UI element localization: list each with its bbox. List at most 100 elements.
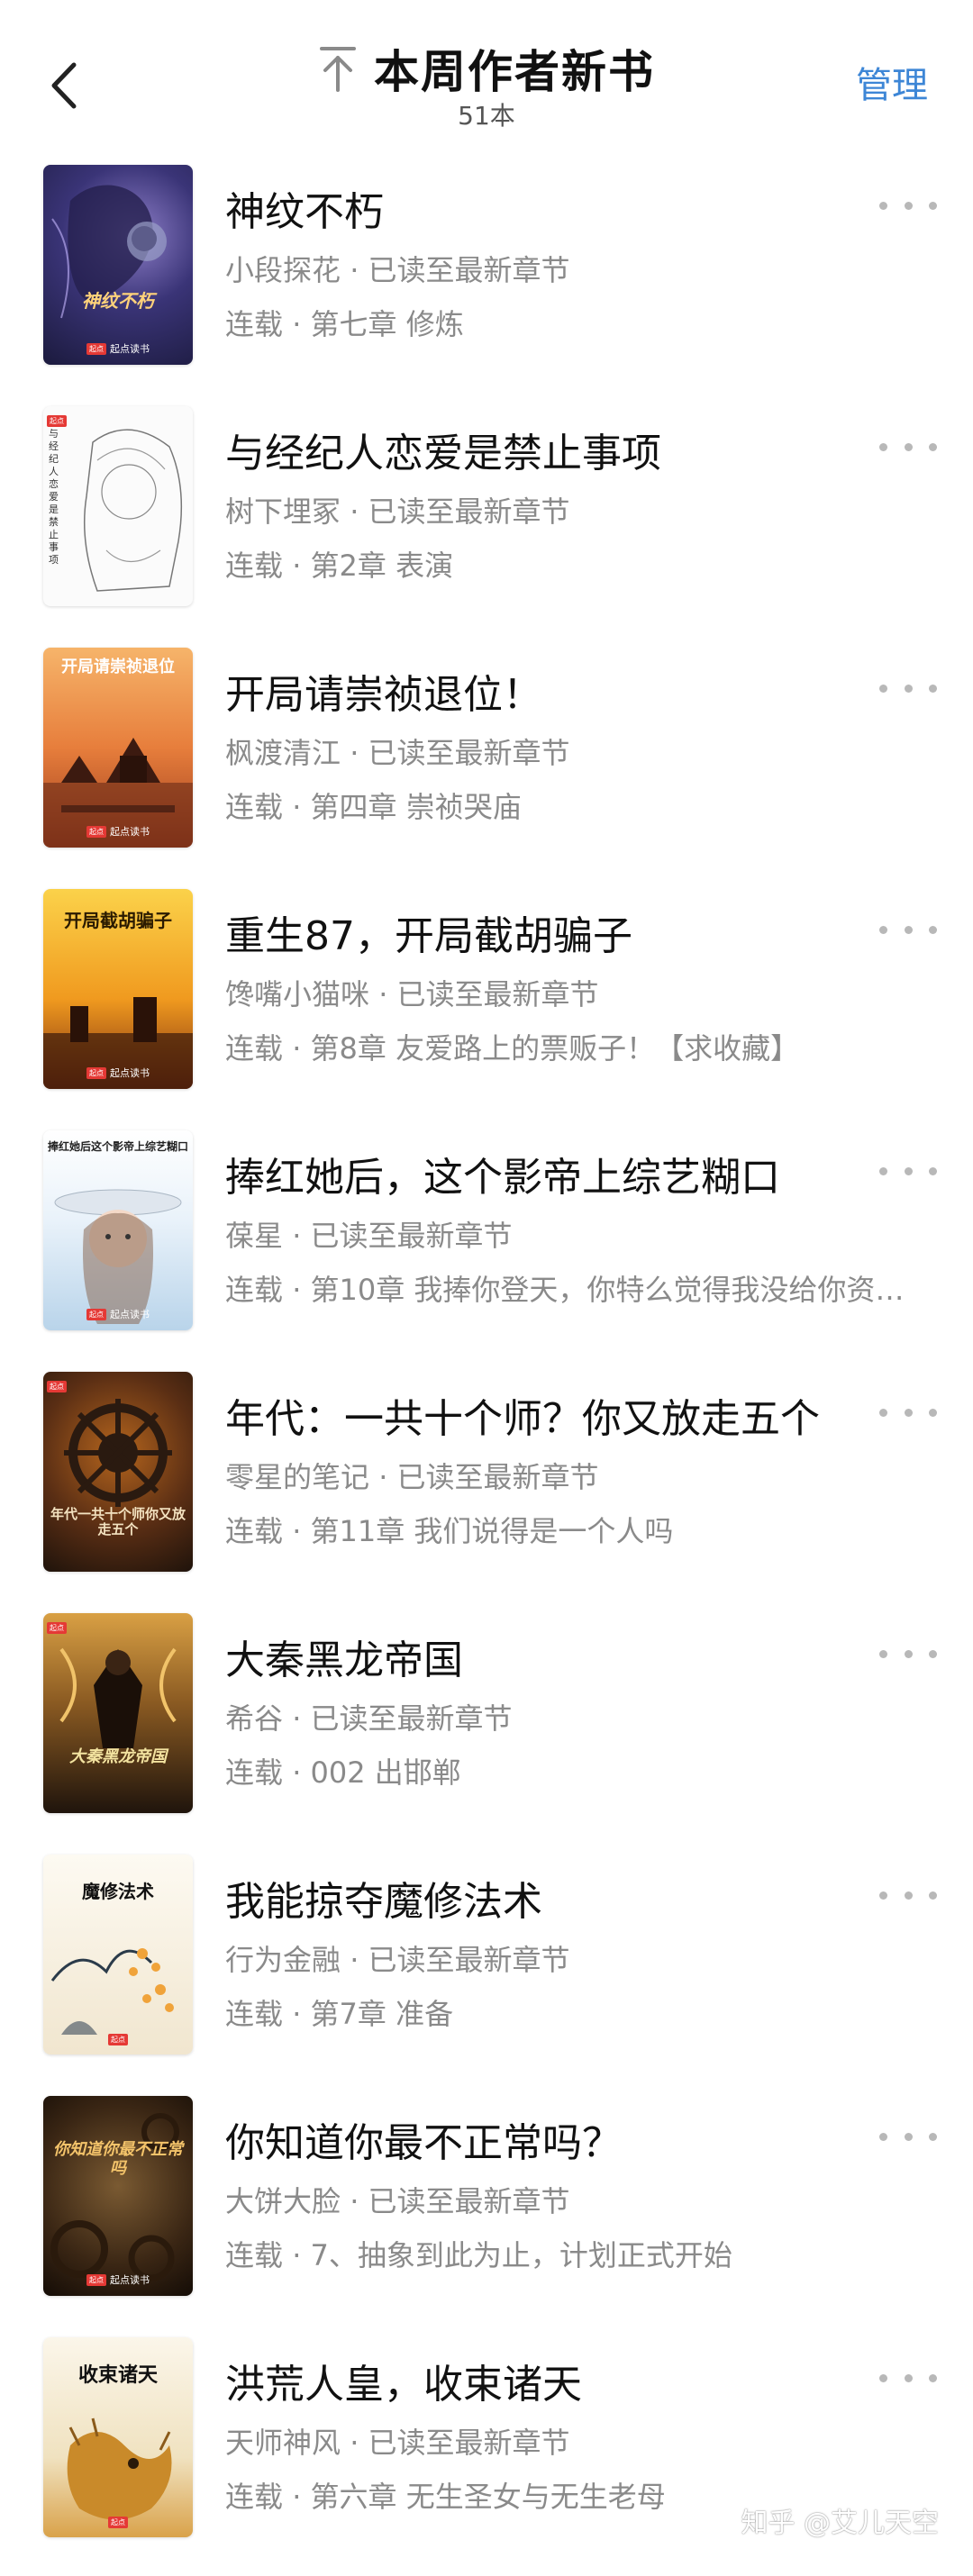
separator: ·	[292, 1701, 302, 1736]
page-title: 本周作者新书	[374, 46, 655, 98]
separator: ·	[292, 2480, 302, 2514]
book-item[interactable]: 魔修法术 起点 我能掠夺魔修法术 行为金融 · 已读至最新章节 连载 · 第7章…	[0, 1838, 973, 2080]
cover-publisher-badge: 起点 起点读书	[43, 1066, 193, 1080]
sort-up-icon[interactable]	[318, 43, 358, 94]
more-options-icon[interactable]	[879, 1640, 937, 1667]
cover-art	[59, 1647, 177, 1748]
separator: ·	[292, 1031, 302, 1066]
book-cover[interactable]: 神纹不朽 起点 起点读书	[43, 165, 193, 365]
cover-publisher-badge: 起点	[47, 1617, 67, 1634]
book-cover[interactable]: 开局截胡骗子 起点 起点读书	[43, 889, 193, 1089]
cover-art	[51, 185, 167, 319]
serial-status: 连载	[225, 307, 284, 341]
serial-status: 连载	[225, 549, 284, 583]
read-status: 已读至最新章节	[368, 1943, 570, 1977]
cover-title: 魔修法术	[82, 1881, 154, 1902]
book-author-line: 枫渡清江 · 已读至最新章节	[225, 730, 570, 772]
book-chapter-line: 连载 · 002 出邯郸	[225, 1750, 919, 1791]
book-author: 葆星	[225, 1219, 284, 1253]
book-chapter-line: 连载 · 7、抽象到此为止，计划正式开始	[225, 2233, 919, 2274]
book-author: 零星的笔记	[225, 1460, 370, 1494]
book-item[interactable]: 捧红她后这个影帝上综艺糊口 起点 起点读书 捧红她后，这个影帝上综艺糊口 葆星 ·…	[0, 1114, 973, 1356]
cover-art	[43, 738, 193, 848]
read-status: 已读至最新章节	[396, 977, 599, 1011]
more-options-icon[interactable]	[879, 1882, 937, 1909]
book-author: 天师神风	[225, 2426, 341, 2460]
book-item[interactable]: 你知道你最不正常吗 起点 起点读书 你知道你最不正常吗？ 大饼大脸 · 已读至最新…	[0, 2080, 973, 2321]
book-item[interactable]: 开局请崇祯退位 起点 起点读书 开局请崇祯退位！ 枫渡清江 · 已读至最新章节 连…	[0, 631, 973, 873]
book-author-line: 大饼大脸 · 已读至最新章节	[225, 2179, 570, 2220]
cover-title: 大秦黑龙帝国	[69, 1747, 167, 1766]
book-title: 大秦黑龙帝国	[225, 1637, 463, 1683]
latest-chapter: 第四章 崇祯哭庙	[310, 790, 522, 824]
book-chapter-line: 连载 · 第8章 友爱路上的票贩子！【求收藏】	[225, 1026, 919, 1067]
separator: ·	[292, 1273, 302, 1307]
book-cover[interactable]: 捧红她后这个影帝上综艺糊口 起点 起点读书	[43, 1130, 193, 1330]
separator: ·	[292, 1514, 302, 1548]
serial-status: 连载	[225, 1755, 284, 1790]
book-cover[interactable]: 开局请崇祯退位 起点 起点读书	[43, 648, 193, 848]
read-status: 已读至最新章节	[368, 736, 570, 770]
cover-title: 开局截胡骗子	[64, 910, 172, 931]
book-chapter-line: 连载 · 第七章 修炼	[225, 302, 919, 343]
cover-art	[64, 1399, 172, 1507]
separator: ·	[350, 494, 359, 529]
book-chapter-line: 连载 · 第10章 我捧你登天，你特么觉得我没给你资源？	[225, 1267, 919, 1309]
book-cover[interactable]: 年代一共十个师你又放走五个 起点	[43, 1372, 193, 1572]
separator: ·	[292, 790, 302, 824]
latest-chapter: 第7章 准备	[310, 1997, 454, 2031]
separator: ·	[292, 2238, 302, 2272]
more-options-icon[interactable]	[879, 2364, 937, 2391]
cover-publisher-badge: 起点 起点读书	[43, 2272, 193, 2287]
book-author-line: 树下埋冢 · 已读至最新章节	[225, 489, 570, 531]
cover-publisher-badge: 起点 起点读书	[43, 824, 193, 839]
separator: ·	[292, 549, 302, 583]
separator: ·	[292, 1755, 302, 1790]
read-status: 已读至最新章节	[396, 1460, 599, 1494]
book-author-line: 行为金融 · 已读至最新章节	[225, 1937, 570, 1979]
cover-title: 年代一共十个师你又放走五个	[50, 1506, 186, 1538]
separator: ·	[350, 1943, 359, 1977]
cover-title: 你知道你最不正常吗	[53, 2140, 183, 2178]
manage-button[interactable]: 管理	[856, 56, 928, 108]
book-title: 与经纪人恋爱是禁止事项	[225, 431, 661, 476]
book-cover[interactable]: 与经纪人恋爱是禁止事项 起点	[43, 406, 193, 606]
latest-chapter: 第11章 我们说得是一个人吗	[310, 1514, 674, 1548]
latest-chapter: 第10章 我捧你登天，你特么觉得我没给你资源？	[310, 1273, 919, 1307]
separator: ·	[350, 2184, 359, 2218]
more-options-icon[interactable]	[879, 675, 937, 702]
more-options-icon[interactable]	[879, 1157, 937, 1184]
book-author-line: 小段探花 · 已读至最新章节	[225, 248, 570, 289]
more-options-icon[interactable]	[879, 433, 937, 460]
book-item[interactable]: 神纹不朽 起点 起点读书 神纹不朽 小段探花 · 已读至最新章节 连载 · 第七章…	[0, 149, 973, 390]
book-list: 神纹不朽 起点 起点读书 神纹不朽 小段探花 · 已读至最新章节 连载 · 第七章…	[0, 149, 973, 2562]
book-cover[interactable]: 大秦黑龙帝国 起点	[43, 1613, 193, 1813]
book-chapter-line: 连载 · 第四章 崇祯哭庙	[225, 785, 919, 826]
book-item[interactable]: 开局截胡骗子 起点 起点读书 重生87，开局截胡骗子 馋嘴小猫咪 · 已读至最新章…	[0, 873, 973, 1114]
read-status: 已读至最新章节	[310, 1219, 513, 1253]
watermark: 知乎 @艾儿天空	[741, 2508, 939, 2539]
book-cover[interactable]: 魔修法术 起点	[43, 1855, 193, 2054]
book-cover[interactable]: 你知道你最不正常吗 起点 起点读书	[43, 2096, 193, 2296]
serial-status: 连载	[225, 1273, 284, 1307]
book-cover[interactable]: 收束诸天 起点	[43, 2337, 193, 2537]
cover-publisher-badge: 起点 起点读书	[43, 341, 193, 356]
more-options-icon[interactable]	[879, 2123, 937, 2150]
latest-chapter: 第六章 无生圣女与无生老母	[310, 2480, 666, 2514]
book-item[interactable]: 大秦黑龙帝国 起点 大秦黑龙帝国 希谷 · 已读至最新章节 连载 · 002 出…	[0, 1597, 973, 1838]
separator: ·	[350, 736, 359, 770]
title-block: 本周作者新书 51本	[0, 36, 973, 132]
book-title: 重生87，开局截胡骗子	[225, 913, 632, 959]
more-options-icon[interactable]	[879, 916, 937, 943]
cover-title: 收束诸天	[77, 2364, 158, 2387]
more-options-icon[interactable]	[879, 192, 937, 219]
book-chapter-line: 连载 · 第11章 我们说得是一个人吗	[225, 1509, 919, 1550]
separator: ·	[292, 1219, 302, 1253]
read-status: 已读至最新章节	[310, 1701, 513, 1736]
book-item[interactable]: 年代一共十个师你又放走五个 起点 年代：一共十个师？你又放走五个 零星的笔记 ·…	[0, 1356, 973, 1597]
book-item[interactable]: 与经纪人恋爱是禁止事项 起点 与经纪人恋爱是禁止事项 树下埋冢 · 已读至最新章…	[0, 390, 973, 631]
top-bar: 本周作者新书 51本 管理	[0, 0, 973, 149]
separator: ·	[292, 1997, 302, 2031]
more-options-icon[interactable]	[879, 1399, 937, 1426]
read-status: 已读至最新章节	[368, 2184, 570, 2218]
